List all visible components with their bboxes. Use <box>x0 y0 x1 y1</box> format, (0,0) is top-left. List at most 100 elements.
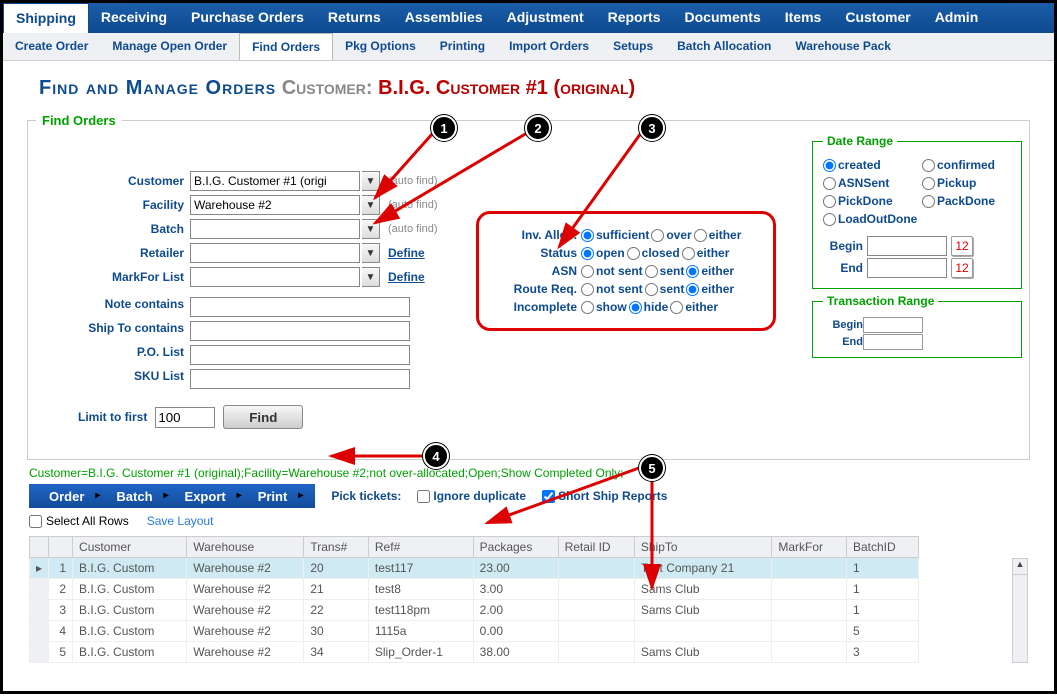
po-label: P.O. List <box>58 345 188 365</box>
subnav-create-order[interactable]: Create Order <box>3 33 100 60</box>
topnav-tab-reports[interactable]: Reports <box>596 3 673 33</box>
daterange-radio-packdone[interactable]: PackDone <box>922 194 1011 208</box>
col-customer[interactable]: Customer <box>73 537 187 558</box>
date-begin-input[interactable] <box>867 236 947 256</box>
filter-radio-asn-not-sent[interactable]: not sent <box>581 264 643 278</box>
batch-dropdown-button[interactable]: ▼ <box>362 219 380 239</box>
note-input[interactable] <box>190 297 410 317</box>
retailer-dropdown-button[interactable]: ▼ <box>362 243 380 263</box>
topnav-tab-admin[interactable]: Admin <box>923 3 991 33</box>
subnav-manage-open-order[interactable]: Manage Open Order <box>100 33 239 60</box>
topnav-tab-customer[interactable]: Customer <box>833 3 922 33</box>
short-ship-checkbox[interactable]: Short Ship Reports <box>542 489 667 503</box>
daterange-radio-pickup[interactable]: Pickup <box>922 176 1011 190</box>
subnav-find-orders[interactable]: Find Orders <box>239 33 333 60</box>
table-row[interactable]: 2B.I.G. CustomWarehouse #221test83.00Sam… <box>30 579 919 600</box>
topnav-tab-receiving[interactable]: Receiving <box>89 3 179 33</box>
col-ref[interactable]: Ref# <box>368 537 473 558</box>
topnav-tab-items[interactable]: Items <box>773 3 834 33</box>
daterange-radio-loadoutdone[interactable]: LoadOutDone <box>823 212 1011 226</box>
filter-radio-route-sent[interactable]: sent <box>645 282 685 296</box>
filter-radio-inv_alloc-over[interactable]: over <box>651 228 691 242</box>
customer-input[interactable] <box>190 171 360 191</box>
filter-radio-inv_alloc-sufficient[interactable]: sufficient <box>581 228 649 242</box>
topnav-tab-purchase-orders[interactable]: Purchase Orders <box>179 3 316 33</box>
markfor-dropdown-button[interactable]: ▼ <box>362 267 380 287</box>
daterange-radio-created[interactable]: created <box>823 158 912 172</box>
filter-radio-route-either[interactable]: either <box>686 282 734 296</box>
batch-autofind: (auto find) <box>384 223 464 235</box>
daterange-radio-asnsent[interactable]: ASNSent <box>823 176 912 190</box>
scrollbar[interactable]: ▲ <box>1012 558 1028 663</box>
col-shipto[interactable]: ShipTo <box>634 537 772 558</box>
markfor-input[interactable] <box>190 267 360 287</box>
po-input[interactable] <box>190 345 410 365</box>
col-batchid[interactable]: BatchID <box>846 537 918 558</box>
topnav-tab-returns[interactable]: Returns <box>316 3 393 33</box>
facility-input[interactable] <box>190 195 360 215</box>
calendar-icon[interactable]: 12 <box>951 258 973 278</box>
table-row[interactable]: 3B.I.G. CustomWarehouse #222test118pm2.0… <box>30 600 919 621</box>
batch-label: Batch <box>58 222 188 236</box>
facility-label: Facility <box>58 198 188 212</box>
filter-radio-inv_alloc-either[interactable]: either <box>694 228 742 242</box>
filter-radio-status-closed[interactable]: closed <box>627 246 680 260</box>
date-end-input[interactable] <box>867 258 947 278</box>
daterange-radio-pickdone[interactable]: PickDone <box>823 194 912 208</box>
note-label: Note contains <box>58 297 188 317</box>
menu-print[interactable]: Print <box>246 489 308 504</box>
batch-input[interactable] <box>190 219 360 239</box>
table-row[interactable]: 4B.I.G. CustomWarehouse #2301115a0.005 <box>30 621 919 642</box>
filter-label-inv_alloc: Inv. Alloc. <box>487 228 577 242</box>
filter-radio-incomplete-show[interactable]: show <box>581 300 627 314</box>
daterange-radio-confirmed[interactable]: confirmed <box>922 158 1011 172</box>
sku-input[interactable] <box>190 369 410 389</box>
retailer-input[interactable] <box>190 243 360 263</box>
calendar-icon[interactable]: 12 <box>951 236 973 256</box>
retailer-define-link[interactable]: Define <box>384 246 464 260</box>
customer-dropdown-button[interactable]: ▼ <box>362 171 380 191</box>
filter-radio-status-open[interactable]: open <box>581 246 625 260</box>
filter-radio-asn-sent[interactable]: sent <box>645 264 685 278</box>
ignore-duplicate-checkbox[interactable]: Ignore duplicate <box>417 489 526 503</box>
table-row[interactable]: 5B.I.G. CustomWarehouse #234Slip_Order-1… <box>30 642 919 663</box>
trans-begin-input[interactable] <box>863 317 923 333</box>
trans-end-input[interactable] <box>863 334 923 350</box>
table-row[interactable]: ▸1B.I.G. CustomWarehouse #220test11723.0… <box>30 558 919 579</box>
subnav-printing[interactable]: Printing <box>428 33 497 60</box>
save-layout-link[interactable]: Save Layout <box>147 514 214 528</box>
filter-radio-asn-either[interactable]: either <box>686 264 734 278</box>
filter-radio-incomplete-either[interactable]: either <box>670 300 718 314</box>
facility-dropdown-button[interactable]: ▼ <box>362 195 380 215</box>
find-button[interactable]: Find <box>223 405 303 429</box>
markfor-define-link[interactable]: Define <box>384 270 464 284</box>
col-retailid[interactable]: Retail ID <box>558 537 634 558</box>
title-customer-label: Customer: <box>282 77 373 99</box>
menu-order[interactable]: Order <box>37 489 104 504</box>
limit-input[interactable] <box>155 407 215 428</box>
scroll-up-icon[interactable]: ▲ <box>1013 559 1027 575</box>
subnav-import-orders[interactable]: Import Orders <box>497 33 601 60</box>
sku-label: SKU List <box>58 369 188 389</box>
subnav-setups[interactable]: Setups <box>601 33 665 60</box>
topnav-tab-adjustment[interactable]: Adjustment <box>495 3 596 33</box>
col-markfor[interactable]: MarkFor <box>772 537 847 558</box>
topnav-tab-shipping[interactable]: Shipping <box>3 3 89 33</box>
subnav-warehouse-pack[interactable]: Warehouse Pack <box>783 33 903 60</box>
filter-radio-route-not-sent[interactable]: not sent <box>581 282 643 296</box>
shipto-input[interactable] <box>190 321 410 341</box>
pick-tickets-label: Pick tickets: <box>331 489 401 503</box>
col-trans[interactable]: Trans# <box>304 537 369 558</box>
col-packages[interactable]: Packages <box>473 537 558 558</box>
callout-2: 2 <box>525 115 551 141</box>
topnav-tab-documents[interactable]: Documents <box>673 3 773 33</box>
select-all-rows[interactable]: Select All Rows <box>29 514 129 528</box>
menu-export[interactable]: Export <box>173 489 246 504</box>
subnav-pkg-options[interactable]: Pkg Options <box>333 33 428 60</box>
filter-radio-status-either[interactable]: either <box>682 246 730 260</box>
topnav-tab-assemblies[interactable]: Assemblies <box>393 3 495 33</box>
subnav-batch-allocation[interactable]: Batch Allocation <box>665 33 783 60</box>
col-warehouse[interactable]: Warehouse <box>187 537 304 558</box>
menu-batch[interactable]: Batch <box>104 489 172 504</box>
filter-radio-incomplete-hide[interactable]: hide <box>629 300 669 314</box>
